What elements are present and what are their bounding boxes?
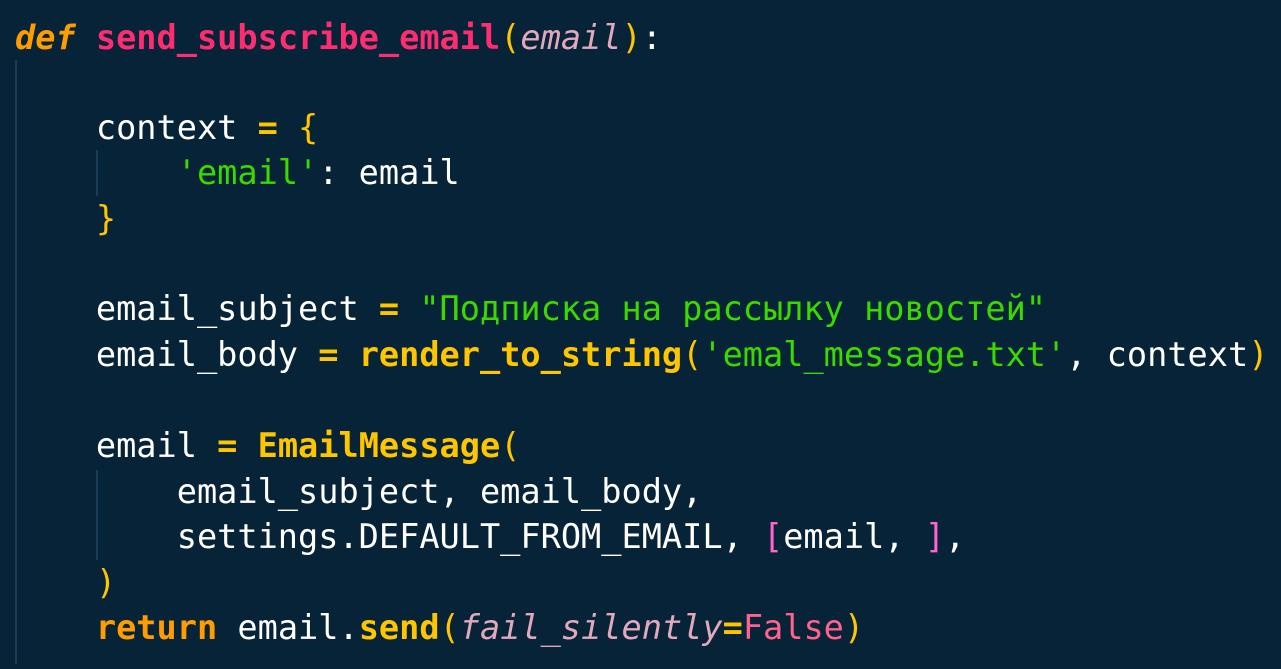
code-token: = bbox=[257, 108, 278, 147]
code-token: "Подписка на рассылку новостей" bbox=[419, 289, 1047, 328]
code-token: email bbox=[520, 18, 622, 57]
code-token: [ bbox=[762, 517, 784, 556]
code-token: ( bbox=[500, 18, 521, 57]
code-token: 'emal_message.txt' bbox=[702, 335, 1067, 374]
code-token: fail_silently bbox=[459, 608, 723, 647]
code-line[interactable]: def send_subscribe_email(email): bbox=[15, 15, 662, 61]
code-line[interactable]: email_body = render_to_string('emal_mess… bbox=[15, 332, 1269, 378]
code-token: False bbox=[742, 608, 844, 647]
code-token: 'email' bbox=[176, 153, 319, 192]
code-line[interactable]: ) bbox=[15, 560, 116, 606]
code-token: = bbox=[722, 608, 743, 647]
code-token: email bbox=[15, 426, 218, 465]
code-line[interactable]: 'email': email bbox=[15, 150, 460, 196]
code-token: : email bbox=[318, 153, 460, 192]
code-token: email_body bbox=[15, 335, 319, 374]
code-token: , context bbox=[1066, 335, 1249, 374]
code-line[interactable]: email_subject, email_body, bbox=[15, 469, 703, 515]
code-line[interactable]: email_subject = "Подписка на рассылку но… bbox=[15, 286, 1046, 332]
code-token: settings.DEFAULT_FROM_EMAIL, bbox=[15, 517, 763, 556]
code-token: def bbox=[15, 18, 76, 57]
code-token: render_to_string bbox=[358, 335, 683, 374]
code-token: ( bbox=[439, 608, 460, 647]
code-token: ( bbox=[682, 335, 703, 374]
code-token: : bbox=[641, 18, 662, 57]
code-token: = bbox=[217, 426, 238, 465]
code-token: email. bbox=[217, 608, 359, 647]
code-token: { bbox=[298, 108, 319, 147]
code-token: ) bbox=[95, 563, 117, 602]
code-token: ] bbox=[924, 517, 945, 556]
code-token: email, bbox=[783, 517, 925, 556]
code-token: ) bbox=[1248, 335, 1269, 374]
code-line[interactable]: return email.send(fail_silently=False) bbox=[15, 605, 864, 651]
code-token: EmailMessage bbox=[257, 426, 501, 465]
code-token: ) bbox=[621, 18, 642, 57]
code-token: , bbox=[944, 517, 966, 556]
code-line[interactable]: email = EmailMessage( bbox=[15, 423, 521, 469]
code-editor[interactable]: def send_subscribe_email(email): context… bbox=[0, 0, 1281, 669]
code-token: email_subject bbox=[15, 289, 379, 328]
code-token: send bbox=[358, 608, 440, 647]
code-token: email_subject, email_body, bbox=[15, 472, 703, 511]
code-token: return bbox=[95, 608, 218, 647]
code-token: context bbox=[15, 108, 258, 147]
code-token: send_subscribe_email bbox=[95, 18, 501, 57]
code-line[interactable]: context = { bbox=[15, 105, 318, 151]
code-token: ( bbox=[500, 426, 521, 465]
code-line[interactable]: } bbox=[15, 196, 116, 242]
code-token: } bbox=[95, 199, 117, 238]
code-token: = bbox=[378, 289, 400, 328]
code-token: = bbox=[318, 335, 339, 374]
code-token: ) bbox=[843, 608, 865, 647]
code-line[interactable]: settings.DEFAULT_FROM_EMAIL, [email, ], bbox=[15, 514, 965, 560]
